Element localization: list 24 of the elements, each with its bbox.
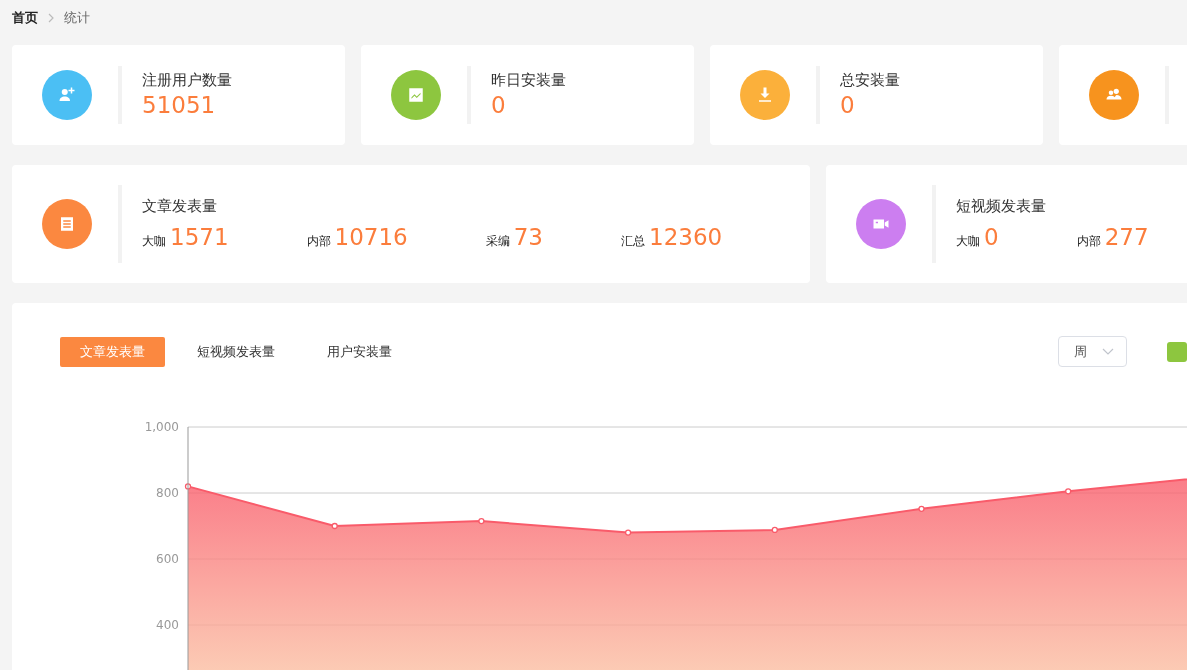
metric-value: 0 [984, 222, 999, 252]
stat-value: 51051 [142, 90, 217, 120]
tick-label: 400 [156, 618, 179, 632]
stat-label: 文章发表量 [142, 196, 218, 216]
metric-label: 大咖 [956, 232, 980, 250]
stat-value: 0 [840, 90, 856, 120]
metric-value: 10716 [334, 222, 408, 252]
metric-label: 内部 [306, 232, 331, 250]
metric-label: 汇总 [621, 232, 645, 250]
stat-label: 短视频发表量 [956, 196, 1047, 216]
stat-label: 总安装量 [840, 70, 900, 90]
metric-value: 1571 [170, 222, 229, 252]
tick-label: 600 [156, 552, 179, 566]
metric-value: 277 [1104, 222, 1149, 252]
tick-label: 800 [156, 486, 179, 500]
tick-label: 1,000 [144, 420, 179, 434]
metric-label: 大咖 [142, 232, 166, 250]
stat-label: 注册用户数量 [142, 70, 232, 90]
stat-value: 0 [491, 90, 507, 120]
metric-label: 采编 [485, 232, 510, 250]
stat-label: 昨日安装量 [491, 70, 566, 90]
metric-label: 内部 [1076, 232, 1101, 250]
metric-value: 12360 [649, 222, 723, 252]
metric-value: 73 [513, 222, 543, 252]
